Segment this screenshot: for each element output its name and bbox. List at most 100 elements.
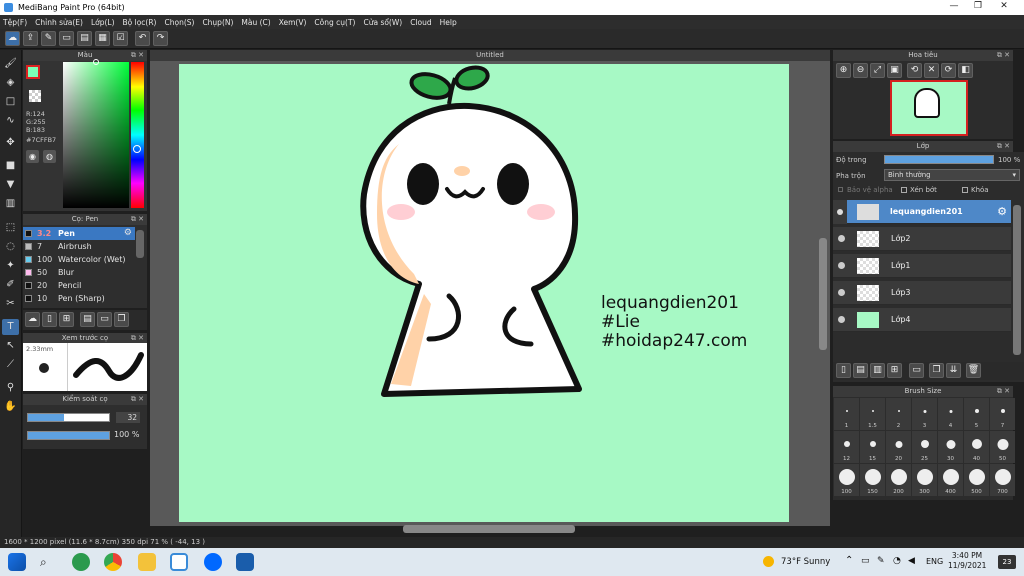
hue-slider[interactable]	[131, 62, 144, 208]
brush-item-watercolor[interactable]: 100 Watercolor (Wet)	[23, 253, 135, 266]
wifi-icon[interactable]: ◔	[893, 556, 901, 566]
language-indicator[interactable]: ENG	[926, 557, 943, 566]
windows-start-icon[interactable]	[8, 553, 26, 571]
undo-icon[interactable]: ↶	[135, 31, 150, 46]
menu-view[interactable]: Xem(V)	[279, 18, 307, 27]
search-icon[interactable]: ⌕	[40, 555, 47, 570]
sv-cursor[interactable]	[93, 59, 99, 65]
navigator-thumbnail[interactable]	[890, 80, 968, 136]
brush-folder-icon[interactable]: ▭	[97, 312, 112, 327]
gear-icon[interactable]: ⚙	[997, 205, 1007, 218]
fill-rect-tool-icon[interactable]: ■	[2, 158, 19, 174]
eye-icon[interactable]	[838, 316, 845, 323]
brush-item-pencil[interactable]: 20 Pencil	[23, 279, 135, 292]
select-eraser-icon[interactable]: ✂	[2, 296, 19, 312]
gear-icon[interactable]: ⚙	[124, 228, 132, 238]
new-8bit-layer-icon[interactable]: ▥	[870, 363, 885, 378]
lasso-tool-icon[interactable]: ◌	[2, 239, 19, 255]
layer-opacity-slider[interactable]	[884, 155, 994, 164]
minimize-button[interactable]: —	[942, 1, 966, 11]
operation-tool-icon[interactable]: ↖	[2, 338, 19, 354]
eyedropper-icon[interactable]: ⚲	[2, 380, 19, 396]
select-tool-icon[interactable]: ⬚	[2, 220, 19, 236]
add-layer-menu-icon[interactable]: ⊞	[887, 363, 902, 378]
blend-mode-select[interactable]: Bình thường ▾	[884, 169, 1020, 181]
flip-icon[interactable]: ◧	[958, 63, 973, 78]
palette-add-icon[interactable]: ◍	[43, 150, 56, 163]
hue-cursor[interactable]	[133, 145, 141, 153]
transparent-swatch[interactable]	[29, 90, 41, 102]
media-player-icon[interactable]	[236, 553, 254, 571]
brush-settings-icon[interactable]: ▤	[80, 312, 95, 327]
brush-size-option[interactable]: 2	[886, 398, 911, 430]
text-tool-icon[interactable]: T	[2, 319, 19, 335]
comment-icon[interactable]: ✎	[41, 31, 56, 46]
chat-icon[interactable]: ▭	[59, 31, 74, 46]
menu-tools[interactable]: Công cụ(T)	[314, 18, 355, 27]
hand-tool-icon[interactable]: ✋	[2, 399, 19, 415]
redo-icon[interactable]: ↷	[153, 31, 168, 46]
new-brush-icon[interactable]: ▯	[42, 312, 57, 327]
brush-size-option[interactable]: 25	[912, 431, 937, 463]
menu-help[interactable]: Help	[440, 18, 457, 27]
close-icon[interactable]: ⧉ ✕	[131, 50, 144, 61]
dot-tool-icon[interactable]: ∿	[2, 113, 19, 129]
brush-item-pen[interactable]: 3.2 Pen ⚙	[23, 227, 135, 240]
brush-size-option[interactable]: 5	[964, 398, 989, 430]
layer-row-lop1[interactable]: Lớp1	[833, 254, 1011, 278]
brush-cloud-icon[interactable]: ☁	[25, 312, 40, 327]
brush-copy-icon[interactable]: ❐	[114, 312, 129, 327]
pen-icon[interactable]: ✎	[877, 556, 885, 566]
brush-size-option[interactable]: 300	[912, 464, 937, 496]
rotate-left-icon[interactable]: ⟲	[907, 63, 922, 78]
layer-row-lop3[interactable]: Lớp3	[833, 281, 1011, 305]
brush-size-option[interactable]: 30	[938, 431, 963, 463]
brush-item-airbrush[interactable]: 7 Airbrush	[23, 240, 135, 253]
brush-size-option[interactable]: 50	[990, 431, 1015, 463]
edge-icon[interactable]	[72, 553, 90, 571]
palette-icon[interactable]: ◉	[26, 150, 39, 163]
zalo-icon[interactable]	[204, 553, 222, 571]
close-icon[interactable]: ⧉ ✕	[131, 214, 144, 225]
brush-tool-icon[interactable]: 🖌	[2, 56, 19, 72]
cloud-icon[interactable]: ☁	[5, 31, 20, 46]
rotate-right-icon[interactable]: ⟳	[941, 63, 956, 78]
layer-row-lop2[interactable]: Lớp2	[833, 227, 1011, 251]
eraser-tool-icon[interactable]: ◈	[2, 75, 19, 91]
zoom-in-icon[interactable]: ⊕	[836, 63, 851, 78]
layer-row-lequangdien201[interactable]: lequangdien201 ⚙	[847, 200, 1011, 224]
brush-size-option[interactable]: 3	[912, 398, 937, 430]
brush-item-blur[interactable]: 50 Blur	[23, 266, 135, 279]
maximize-button[interactable]: ❐	[966, 1, 990, 11]
chevron-up-icon[interactable]: ⌃	[845, 555, 853, 566]
select-pen-icon[interactable]: ✐	[2, 277, 19, 293]
brush-item-pen-sharp[interactable]: 10 Pen (Sharp)	[23, 292, 135, 305]
fit-icon[interactable]: ⤢	[870, 63, 885, 78]
actual-size-icon[interactable]: ▣	[887, 63, 902, 78]
brush-size-option[interactable]: 20	[886, 431, 911, 463]
lock-checkbox[interactable]	[962, 187, 968, 193]
menu-color[interactable]: Màu (C)	[241, 18, 270, 27]
eye-icon[interactable]	[838, 289, 845, 296]
close-icon[interactable]: ⧉ ✕	[997, 50, 1010, 61]
clock[interactable]: 3:40 PM 11/9/2021	[948, 551, 986, 571]
duplicate-icon[interactable]: ❐	[929, 363, 944, 378]
chrome-icon[interactable]	[104, 553, 122, 571]
check-icon[interactable]: ☑	[113, 31, 128, 46]
canvas-tab[interactable]: Untitled	[150, 50, 830, 61]
primary-color-swatch[interactable]	[26, 65, 40, 79]
magic-wand-icon[interactable]: ✦	[2, 258, 19, 274]
eye-icon[interactable]	[838, 262, 845, 269]
divide-tool-icon[interactable]: ⟋	[2, 357, 19, 373]
page-icon[interactable]: ▤	[77, 31, 92, 46]
drawing-canvas[interactable]: lequangdien201 #Lie #hoidap247.com	[179, 64, 789, 522]
weather-text[interactable]: 73°F Sunny	[781, 557, 830, 567]
brush-size-option[interactable]: 500	[964, 464, 989, 496]
new-layer-icon[interactable]: ▯	[836, 363, 851, 378]
close-icon[interactable]: ⧉ ✕	[131, 394, 144, 405]
bucket-tool-icon[interactable]: ▼	[2, 177, 19, 193]
saturation-value-picker[interactable]	[63, 62, 129, 208]
brush-size-option[interactable]: 40	[964, 431, 989, 463]
brush-size-option[interactable]: 7	[990, 398, 1015, 430]
menu-file[interactable]: Tệp(F)	[3, 18, 27, 27]
